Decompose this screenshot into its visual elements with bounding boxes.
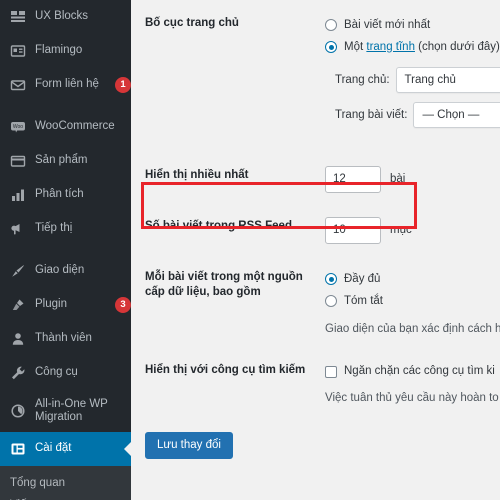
sidebar-item-label: Thành viên (35, 332, 92, 345)
wrench-icon (8, 363, 28, 383)
homepage-display-row: Bố cục trang chủ Bài viết mới nhất Một t… (131, 14, 500, 58)
submenu-item-general[interactable]: Tổng quan (0, 472, 131, 494)
sidebar-item-settings[interactable]: Cài đặt (0, 432, 131, 466)
user-icon (8, 329, 28, 349)
sidebar-item-woocommerce[interactable]: Woo WooCommerce (0, 110, 131, 144)
paintbrush-icon (8, 261, 28, 281)
radio-option-static-page[interactable]: Một trang tĩnh (chọn dưới đây) (325, 36, 500, 58)
rss-items-field: 10 mục (325, 217, 500, 244)
sidebar-item-label: Plugin (35, 298, 67, 311)
radio-option-summary[interactable]: Tóm tắt (325, 290, 500, 312)
radio-full-text-label: Đầy đủ (344, 272, 381, 285)
checkbox-option-discourage-search[interactable]: Ngăn chặn các công cụ tìm ki (325, 361, 500, 383)
sidebar-badge-count: 3 (115, 297, 131, 313)
migration-icon (8, 401, 28, 421)
radio-summary-label: Tóm tắt (344, 294, 383, 307)
rss-items-label: Số bài viết trong RSS Feed (145, 220, 292, 232)
sidebar-item-plugins[interactable]: Plugin 3 (0, 288, 131, 322)
bar-chart-icon (8, 185, 28, 205)
homepage-display-label: Bố cục trang chủ (145, 17, 239, 29)
radio-latest-posts-label: Bài viết mới nhất (344, 18, 431, 31)
sidebar-item-label: Công cụ (35, 366, 78, 379)
feed-content-label: Mỗi bài viết trong một nguồn cấp dữ liệu… (145, 271, 303, 298)
sidebar-item-label: Sản phẩm (35, 154, 88, 167)
sidebar-item-users[interactable]: Thành viên (0, 322, 131, 356)
sidebar-item-tools[interactable]: Công cụ (0, 356, 131, 390)
sidebar-item-label: Phân tích (35, 188, 84, 201)
sidebar-item-products[interactable]: Sản phẩm (0, 144, 131, 178)
sidebar-item-label: Giao diện (35, 264, 85, 277)
save-changes-button[interactable]: Lưu thay đổi (145, 431, 233, 459)
radio-static-page-label: Một trang tĩnh (chọn dưới đây) (344, 40, 500, 55)
posts-page-select[interactable]: — Chọn — (413, 102, 500, 128)
posts-per-page-input[interactable]: 12 (325, 166, 381, 193)
sidebar-item-appearance[interactable]: Giao diện (0, 254, 131, 288)
sidebar-badge-count: 1 (115, 77, 131, 93)
radio-option-latest-posts[interactable]: Bài viết mới nhất (325, 14, 500, 36)
feed-content-options: Đầy đủ Tóm tắt Giao diện của bạn xác địn… (325, 268, 500, 337)
save-button-container: Lưu thay đổi (131, 431, 500, 459)
front-page-select-row: Trang chủ: Trang chủ (131, 67, 500, 93)
radio-static-page[interactable] (325, 41, 337, 53)
wordpress-admin-reading-settings: UX Blocks Flamingo Form liên hệ 1 Woo Wo… (0, 0, 500, 500)
posts-page-select-row: Trang bài viết: — Chọn — (131, 102, 500, 128)
admin-sidebar: UX Blocks Flamingo Form liên hệ 1 Woo Wo… (0, 0, 131, 500)
feed-content-helper-text: Giao diện của bạn xác định cách h (325, 323, 500, 335)
sidebar-item-marketing[interactable]: Tiếp thị (0, 212, 131, 246)
search-visibility-helper-text: Việc tuân thủ yêu cầu này hoàn to (325, 391, 499, 404)
sidebar-item-label: Tiếp thị (35, 222, 73, 235)
megaphone-icon (8, 219, 28, 239)
posts-per-page-field: 12 bài (325, 166, 500, 193)
rss-items-row: Số bài viết trong RSS Feed 10 mục (131, 217, 500, 244)
discourage-search-checkbox[interactable] (325, 365, 337, 378)
sidebar-item-label: Flamingo (35, 44, 83, 57)
discourage-search-label: Ngăn chặn các công cụ tìm ki (344, 365, 495, 378)
static-page-link[interactable]: trang tĩnh (366, 41, 415, 53)
search-visibility-row: Hiển thị với công cụ tìm kiếm Ngăn chặn … (131, 361, 500, 406)
sidebar-item-label: WooCommerce (35, 120, 115, 133)
sidebar-item-ux-blocks[interactable]: UX Blocks (0, 0, 131, 34)
contact-card-icon (8, 41, 28, 61)
sidebar-item-label: All-in-One WP Migration (35, 398, 108, 423)
blocks-icon (8, 7, 28, 27)
product-box-icon (8, 151, 28, 171)
submenu-item-writing[interactable]: Viết (0, 494, 131, 500)
feed-content-row: Mỗi bài viết trong một nguồn cấp dữ liệu… (131, 268, 500, 337)
radio-option-full-text[interactable]: Đầy đủ (325, 268, 500, 290)
sidebar-item-flamingo[interactable]: Flamingo (0, 34, 131, 68)
sidebar-separator (0, 246, 131, 254)
sidebar-item-label: UX Blocks (35, 10, 89, 23)
sidebar-separator (0, 102, 131, 110)
search-visibility-label: Hiển thị với công cụ tìm kiếm (145, 363, 306, 376)
posts-per-page-label: Hiển thị nhiều nhất (145, 169, 249, 181)
envelope-icon (8, 75, 28, 95)
settings-icon (8, 439, 28, 459)
plug-icon (8, 295, 28, 315)
static-suffix-text: (chọn dưới đây) (414, 40, 500, 53)
homepage-display-options: Bài viết mới nhất Một trang tĩnh (chọn d… (325, 14, 500, 58)
radio-summary[interactable] (325, 295, 337, 307)
radio-full-text[interactable] (325, 273, 337, 285)
woo-icon: Woo (8, 117, 28, 137)
sidebar-item-label: Cài đặt (35, 442, 72, 455)
settings-submenu: Tổng quan Viết Đọc Bình luận (0, 466, 131, 500)
reading-settings-form: Bố cục trang chủ Bài viết mới nhất Một t… (131, 0, 500, 500)
posts-per-page-row: Hiển thị nhiều nhất 12 bài (131, 166, 500, 193)
sidebar-item-all-in-one-wp-migration[interactable]: All-in-One WP Migration (0, 390, 131, 432)
rss-items-unit: mục (390, 224, 412, 237)
radio-latest-posts[interactable] (325, 19, 337, 31)
posts-page-label: Trang bài viết: (335, 109, 408, 121)
front-page-label: Trang chủ: (335, 74, 390, 86)
sidebar-item-contact-form[interactable]: Form liên hệ 1 (0, 68, 131, 102)
sidebar-item-label: Form liên hệ (35, 78, 99, 91)
search-visibility-field: Ngăn chặn các công cụ tìm ki Việc tuân t… (325, 361, 500, 406)
sidebar-item-analytics[interactable]: Phân tích (0, 178, 131, 212)
static-prefix-text: Một (344, 40, 367, 53)
rss-items-input[interactable]: 10 (325, 217, 381, 244)
posts-per-page-unit: bài (390, 173, 406, 186)
front-page-select[interactable]: Trang chủ (395, 67, 500, 93)
svg-text:Woo: Woo (13, 124, 23, 130)
